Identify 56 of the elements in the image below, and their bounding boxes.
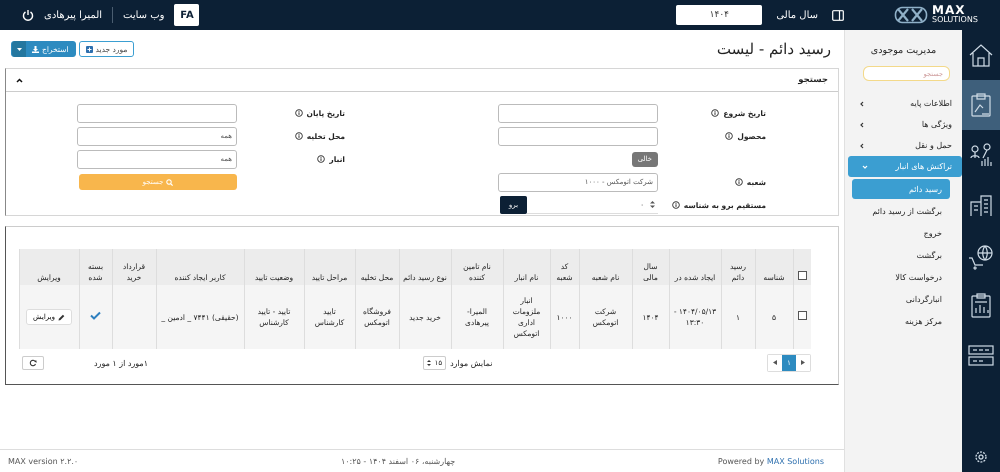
page-title: رسید دائم - لیست (716, 40, 831, 58)
menu-item[interactable]: حمل و نقل (845, 135, 962, 156)
chevron-left-icon (859, 142, 865, 148)
panel-title: جستجو (798, 75, 828, 85)
chevron-up-icon[interactable] (16, 78, 23, 82)
refresh-button[interactable] (22, 356, 44, 370)
user-name[interactable]: المیرا پیرهادی (44, 10, 102, 20)
input-field[interactable] (498, 126, 658, 146)
website-link[interactable]: وب سایت (123, 10, 164, 20)
logo-icon (894, 5, 930, 25)
download-icon (32, 46, 39, 52)
caret-left-icon (773, 360, 777, 365)
pencil-icon (58, 314, 65, 320)
caret-icon (16, 48, 22, 50)
date-time: چهارشنبه، ۰۶ اسفند ۱۴۰۴ - ۱۰:۲۵ (340, 456, 456, 466)
checkbox[interactable] (798, 271, 807, 280)
submenu-item[interactable]: مرکز هزینه (852, 311, 950, 331)
chevron-left-icon (859, 100, 865, 106)
info-icon (294, 132, 303, 140)
chevron-down-icon (862, 164, 868, 170)
fiscal-year-label: سال مالی (776, 10, 818, 20)
company-link[interactable]: MAX Solutions (766, 456, 824, 466)
submenu-item[interactable]: انبارگردانی (852, 289, 950, 309)
search-icon (166, 178, 174, 186)
version-text: MAX version ۲.۲.۰ (8, 456, 78, 466)
logo-text: MAX (932, 6, 966, 15)
sidebar-title: مدیریت موجودی (870, 45, 938, 56)
submenu-item[interactable]: برگشت (852, 245, 950, 265)
plus-icon (86, 46, 93, 52)
checkbox[interactable] (798, 311, 807, 320)
panel-toggle-icon[interactable] (832, 10, 844, 20)
input-field[interactable] (77, 104, 237, 122)
powered-by-text: Powered by MAX Solutions (718, 456, 824, 466)
logo-text: SOLUTIONS (932, 15, 978, 24)
info-icon (711, 109, 720, 117)
fiscal-year-field[interactable]: ۱۴۰۴ (676, 5, 762, 25)
submenu-item[interactable]: خروج (852, 223, 950, 243)
info-icon (294, 109, 303, 117)
submenu-item[interactable]: برگشت از رسید دائم (852, 201, 950, 221)
record-count: ۱مورد از ۱ مورد (94, 358, 148, 368)
info-icon (734, 178, 743, 186)
refresh-icon (29, 359, 38, 367)
info-icon (672, 201, 680, 209)
spinner-icon (650, 200, 655, 209)
info-icon (317, 155, 326, 163)
info-icon (725, 132, 734, 140)
page-size-label: نمایش موارد (450, 358, 492, 368)
language-button[interactable]: FA (174, 4, 200, 26)
chevron-left-icon (859, 122, 865, 128)
submenu-item[interactable]: درخواست کالا (852, 267, 950, 287)
input-field[interactable] (498, 104, 658, 122)
spinner-icon (426, 359, 431, 367)
caret-right-icon (801, 360, 805, 365)
power-icon[interactable] (22, 9, 34, 21)
menu-item[interactable]: ویژگی ها (845, 114, 962, 135)
menu-item[interactable]: اطلاعات پایه (845, 93, 962, 114)
